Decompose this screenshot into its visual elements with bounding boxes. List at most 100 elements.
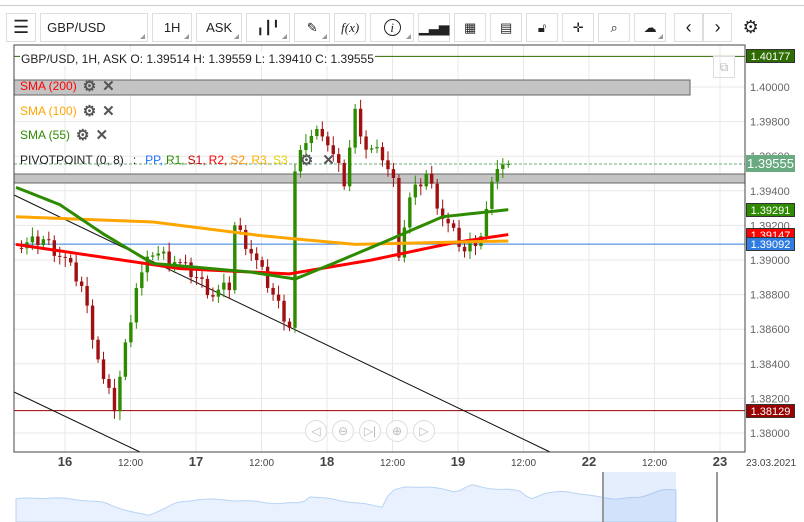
candle-body bbox=[172, 262, 177, 265]
candle-body bbox=[129, 322, 133, 343]
sma-55-label: SMA (55) bbox=[20, 128, 71, 142]
candle-body bbox=[63, 256, 67, 258]
candle-body bbox=[107, 379, 111, 388]
candle-body bbox=[462, 246, 467, 252]
sma-100-close-icon[interactable]: ✕ bbox=[102, 102, 115, 120]
candle-body bbox=[74, 262, 78, 282]
sma-200-settings-icon[interactable]: ⚙ bbox=[83, 77, 96, 95]
price-label: 1.39092 bbox=[746, 237, 795, 252]
price-tick: 1.38000 bbox=[750, 428, 790, 440]
time-tick: 12:00 bbox=[380, 458, 405, 469]
candle-body bbox=[326, 136, 330, 146]
legend-sma-200: SMA (200) ⚙ ✕ bbox=[20, 77, 115, 95]
candle-body bbox=[501, 164, 505, 170]
time-tick: 12:00 bbox=[511, 458, 536, 469]
candle-body bbox=[41, 239, 46, 246]
scroll-left-icon[interactable]: ◁ bbox=[305, 420, 327, 442]
candle-body bbox=[260, 260, 264, 267]
candle-body bbox=[194, 277, 199, 279]
candle-body bbox=[435, 183, 439, 209]
candle-body bbox=[315, 128, 319, 137]
pivot-item: R2, bbox=[208, 153, 228, 167]
pivot-label: PIVOTPOINT (0, 8) bbox=[20, 153, 124, 167]
price-chart[interactable]: 1.400001.398001.396001.394001.392001.390… bbox=[0, 0, 804, 522]
sma-200-label: SMA (200) bbox=[20, 79, 77, 93]
date-label: 23.03.2021 bbox=[746, 458, 796, 469]
zoom-controls: ◁ ⊖ ▷| ⊕ ▷ bbox=[305, 420, 435, 442]
sma-55-close-icon[interactable]: ✕ bbox=[95, 126, 108, 144]
candle-body bbox=[101, 359, 106, 380]
pivot-item: PP, bbox=[145, 153, 163, 167]
candle-body bbox=[369, 148, 374, 150]
pivot-settings-icon[interactable]: ⚙ bbox=[300, 151, 313, 169]
zoom-out-icon[interactable]: ⊖ bbox=[332, 420, 354, 442]
candle-body bbox=[293, 171, 297, 328]
candle-body bbox=[183, 262, 188, 264]
time-tick: 16 bbox=[58, 454, 72, 469]
candle-body bbox=[96, 339, 100, 360]
pivot-items: PP, R1, S1, R2, S2, R3, S3 bbox=[145, 153, 291, 167]
candle-body bbox=[358, 108, 363, 137]
popout-icon[interactable]: ⧉ bbox=[713, 56, 735, 78]
pivot-item: R3, bbox=[251, 153, 271, 167]
candle-body bbox=[118, 376, 122, 412]
pivot-close-icon[interactable]: ✕ bbox=[322, 151, 335, 169]
candle-body bbox=[265, 266, 270, 288]
price-tick: 1.39000 bbox=[750, 255, 790, 267]
candle-body bbox=[287, 321, 292, 328]
price-tick: 1.38800 bbox=[750, 290, 790, 302]
pivot-item: R1, bbox=[165, 153, 185, 167]
candle-body bbox=[490, 181, 494, 209]
pivot-item: S1, bbox=[187, 153, 206, 167]
sma-55-settings-icon[interactable]: ⚙ bbox=[76, 126, 89, 144]
candle-body bbox=[386, 160, 390, 170]
candle-body bbox=[391, 169, 396, 178]
candle-body bbox=[205, 278, 210, 296]
candle-body bbox=[347, 147, 352, 187]
candle-body bbox=[364, 136, 368, 150]
candle-body bbox=[506, 163, 510, 165]
candle-body bbox=[167, 251, 171, 265]
candle-body bbox=[282, 300, 286, 322]
candle-body bbox=[216, 289, 221, 297]
price-tick: 1.39800 bbox=[750, 117, 790, 129]
candle-body bbox=[134, 288, 139, 323]
scroll-right-icon[interactable]: ▷ bbox=[413, 420, 435, 442]
candle-body bbox=[451, 223, 456, 228]
candle-body bbox=[123, 342, 128, 377]
candle-body bbox=[69, 257, 73, 263]
time-tick: 19 bbox=[451, 454, 465, 469]
price-tick: 1.39400 bbox=[750, 186, 790, 198]
candle-body bbox=[200, 277, 204, 279]
sma-100-settings-icon[interactable]: ⚙ bbox=[83, 102, 96, 120]
candle-body bbox=[233, 225, 237, 291]
price-label: 1.38129 bbox=[746, 403, 795, 418]
candle-body bbox=[249, 248, 253, 254]
candle-body bbox=[30, 236, 35, 243]
zone-band bbox=[13, 173, 746, 184]
sma-200-close-icon[interactable]: ✕ bbox=[102, 77, 115, 95]
candle-body bbox=[446, 218, 450, 224]
candle-body bbox=[457, 227, 461, 247]
candle-body bbox=[79, 281, 84, 286]
time-tick: 12:00 bbox=[642, 458, 667, 469]
price-label: 1.40177 bbox=[746, 49, 795, 64]
candle-body bbox=[140, 272, 144, 289]
zoom-in-icon[interactable]: ⊕ bbox=[386, 420, 408, 442]
candle-body bbox=[424, 173, 428, 187]
time-tick: 12:00 bbox=[249, 458, 274, 469]
plot-area bbox=[14, 45, 745, 452]
price-tick: 1.40000 bbox=[750, 82, 790, 94]
candle-body bbox=[254, 253, 259, 261]
candle-body bbox=[276, 294, 281, 301]
candle-body bbox=[397, 177, 401, 258]
candle-body bbox=[222, 282, 226, 290]
pivot-item: S3 bbox=[273, 153, 288, 167]
candle-body bbox=[112, 387, 117, 412]
scroll-end-icon[interactable]: ▷| bbox=[359, 420, 381, 442]
candle-body bbox=[85, 285, 89, 306]
candle-body bbox=[156, 253, 160, 256]
candle-body bbox=[52, 240, 56, 256]
candle-body bbox=[227, 282, 232, 291]
candle-body bbox=[353, 108, 357, 148]
